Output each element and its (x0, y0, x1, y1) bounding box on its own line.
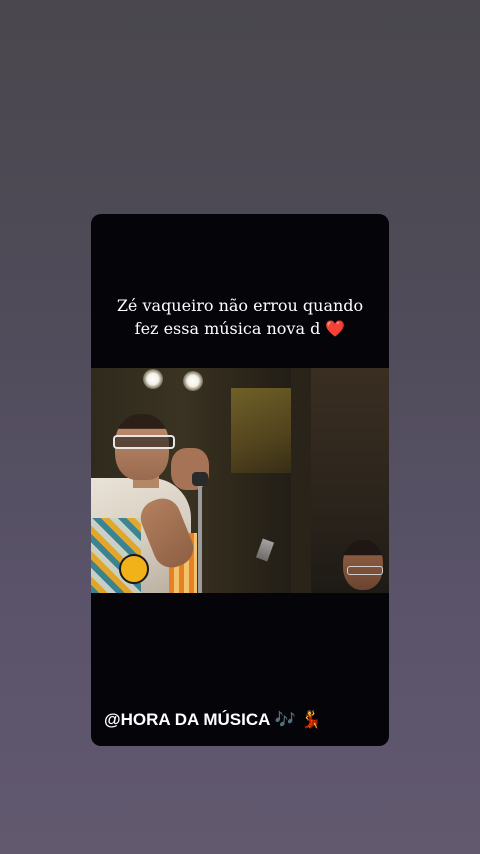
caption-line-2: fez essa música nova d ❤️ (91, 317, 389, 340)
musician-glasses (347, 566, 383, 575)
caption-line-1: Zé vaqueiro não errou quando (116, 296, 364, 315)
story-caption: Zé vaqueiro não errou quando fez essa mú… (91, 294, 389, 340)
footer-text: @HORA DA MÚSICA (104, 710, 270, 729)
stage-lamp (255, 538, 275, 562)
stage-light (183, 371, 203, 391)
singer-glasses (113, 435, 175, 449)
caption-line-2-text: fez essa música nova d (134, 319, 321, 338)
microphone-icon (192, 472, 208, 486)
heart-icon: ❤️ (325, 319, 346, 338)
story-card[interactable]: Zé vaqueiro não errou quando fez essa mú… (91, 214, 389, 746)
music-notes-icon: 🎶 (274, 710, 296, 730)
mic-stand (198, 480, 202, 593)
background-pillar (291, 368, 311, 593)
stage-light (143, 369, 163, 389)
footer-label: @HORA DA MÚSICA 🎶 💃 (104, 708, 322, 732)
background-window (231, 388, 291, 473)
mic-logo (119, 554, 149, 584)
musician-head (343, 540, 383, 590)
dancer-icon: 💃 (300, 710, 322, 730)
video-frame[interactable] (91, 368, 389, 593)
